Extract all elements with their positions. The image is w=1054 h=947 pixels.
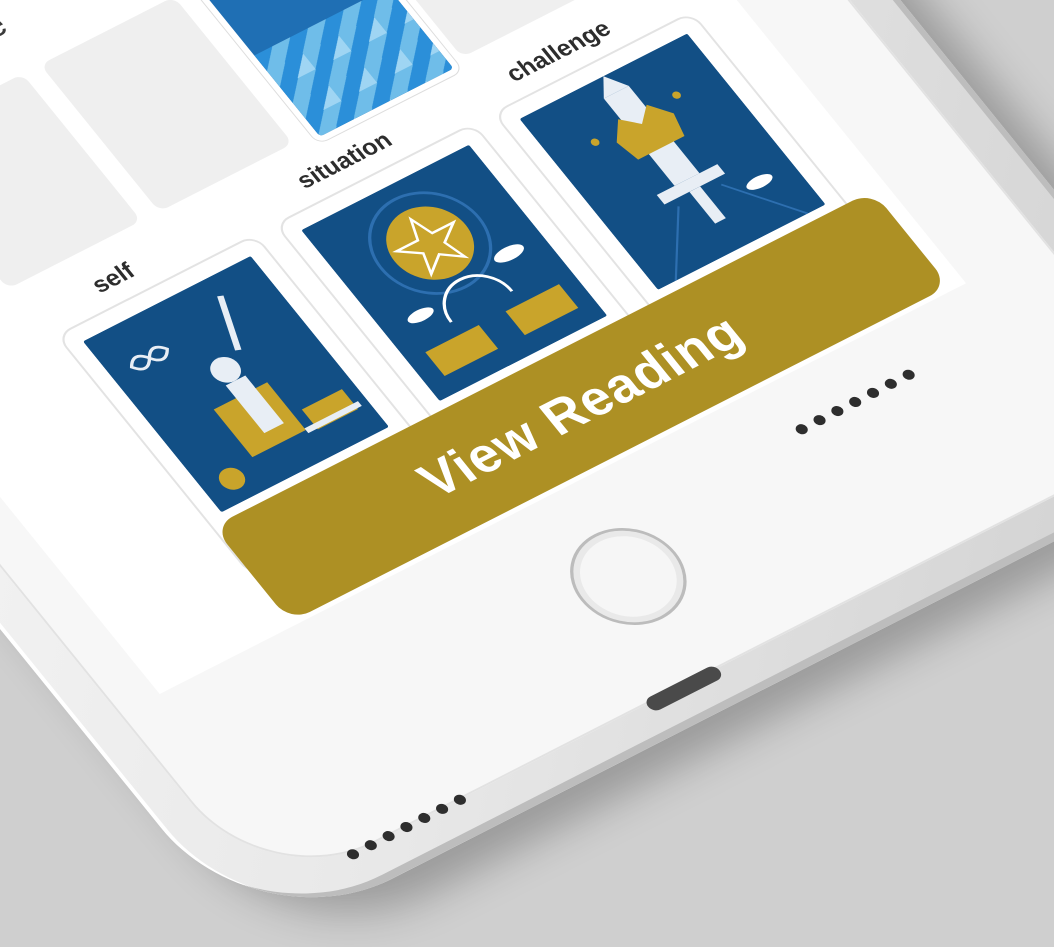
phone-mockup: “Will I ge self situation challenge (0, 0, 1054, 947)
position-label-self: self (86, 258, 141, 299)
